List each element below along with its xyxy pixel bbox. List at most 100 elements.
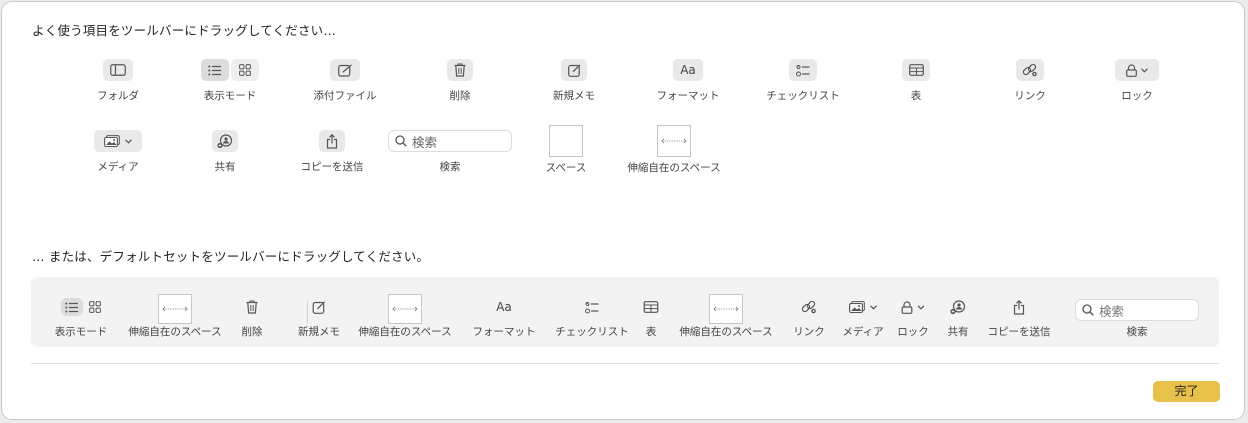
default-item-flexible-space: 伸縮自在のスペース (676, 277, 776, 347)
trash-icon (246, 298, 258, 316)
attachment-browser-icon (330, 59, 360, 81)
palette-item-new-note[interactable]: 新規メモ (514, 59, 634, 119)
palette-item-label: メディア (97, 161, 139, 173)
default-item-format: Aa フォーマット (467, 277, 541, 347)
default-item-delete: 削除 (236, 277, 268, 347)
view-mode-segmented (61, 298, 101, 316)
default-item-label: 表示モード (54, 326, 108, 338)
default-item-label: 伸縮自在のスペース (358, 326, 452, 338)
default-item-flexible-space: 伸縮自在のスペース (125, 277, 225, 347)
palette-item-delete[interactable]: 削除 (400, 59, 520, 119)
palette-item-folders[interactable]: フォルダ (58, 59, 178, 119)
trash-icon (447, 59, 473, 81)
chevron-down-icon (917, 304, 925, 310)
search-placeholder: 検索 (1099, 303, 1125, 319)
search-field: 検索 (1075, 299, 1199, 321)
list-view-icon (201, 59, 229, 81)
palette-item-label: フォルダ (97, 90, 139, 102)
default-item-lock: ロック (893, 277, 933, 347)
flexible-space-icon (388, 294, 422, 324)
done-button[interactable]: 完了 (1153, 381, 1220, 402)
lock-menu (901, 298, 925, 316)
default-item-label: 伸縮自在のスペース (679, 326, 773, 338)
chevron-down-icon (125, 138, 132, 144)
palette-item-attachments[interactable]: 添付ファイル (285, 59, 405, 119)
gallery-view-icon (231, 59, 259, 81)
list-view-icon (61, 298, 83, 316)
flexible-space-icon (709, 294, 743, 324)
lock-icon (901, 300, 913, 314)
palette-item-format[interactable]: Aa フォーマット (628, 59, 748, 119)
search-field: 検索 (388, 130, 512, 152)
search-icon (395, 135, 407, 147)
default-item-label: メディア (842, 326, 884, 338)
palette-item-search[interactable]: 検索 検索 (388, 130, 512, 190)
default-item-label: 共有 (947, 326, 969, 338)
default-item-label: 検索 (1126, 326, 1148, 338)
default-item-table: 表 (639, 277, 663, 347)
palette-item-send-copy[interactable]: コピーを送信 (272, 130, 392, 190)
default-item-label: 伸縮自在のスペース (128, 326, 222, 338)
link-icon (801, 298, 817, 316)
divider (31, 363, 1219, 364)
palette-item-label: 伸縮自在のスペース (627, 162, 721, 174)
collaborate-icon (950, 298, 966, 316)
lock-menu (1115, 59, 1159, 81)
media-menu (94, 130, 142, 152)
palette-item-checklist[interactable]: チェックリスト (743, 59, 863, 119)
media-menu (849, 298, 877, 316)
share-icon (319, 130, 345, 152)
search-icon (1082, 304, 1094, 316)
checklist-icon (585, 298, 599, 316)
flexible-space-icon (657, 125, 691, 157)
link-icon (1016, 59, 1044, 81)
palette-item-flexible-space[interactable]: 伸縮自在のスペース (614, 125, 734, 185)
palette-item-label: フォーマット (656, 90, 720, 102)
chevron-down-icon (1141, 67, 1148, 73)
search-placeholder: 検索 (412, 134, 438, 150)
default-item-checklist: チェックリスト (550, 277, 634, 347)
gallery-view-icon (89, 301, 101, 313)
default-item-label: チェックリスト (555, 326, 629, 338)
default-item-label: 削除 (241, 326, 263, 338)
palette-item-label: 添付ファイル (313, 90, 377, 102)
default-item-flexible-space: 伸縮自在のスペース (355, 277, 455, 347)
palette-item-label: チェックリスト (766, 90, 840, 102)
palette-item-label: リンク (1014, 90, 1046, 102)
customize-toolbar-sheet: よく使う項目をツールバーにドラッグしてください… フォルダ 表示モード 添付ファ… (1, 1, 1245, 420)
palette-item-table[interactable]: 表 (856, 59, 976, 119)
share-icon (1013, 298, 1025, 316)
palette-item-label: 表示モード (203, 90, 257, 102)
palette-item-label: スペース (545, 162, 587, 174)
palette-item-media[interactable]: メディア (58, 130, 178, 190)
default-item-label: リンク (793, 326, 825, 338)
palette-item-share[interactable]: 共有 (165, 130, 285, 190)
palette-item-space[interactable]: スペース (506, 125, 626, 185)
checklist-icon (789, 59, 817, 81)
collaborate-icon (212, 130, 238, 152)
default-item-label: ロック (897, 326, 929, 338)
photo-icon (104, 135, 120, 147)
palette-item-label: コピーを送信 (300, 161, 364, 173)
palette-item-view-mode[interactable]: 表示モード (170, 59, 290, 119)
format-text-icon: Aa (673, 59, 703, 81)
default-set-heading: … または、デフォルトセットをツールバーにドラッグしてください。 (32, 249, 430, 264)
palette-item-label: 新規メモ (553, 90, 595, 102)
palette-heading: よく使う項目をツールバーにドラッグしてください… (32, 23, 337, 38)
palette-item-label: ロック (1121, 90, 1153, 102)
view-mode-segmented (200, 59, 260, 81)
default-item-label: 新規メモ (298, 326, 340, 338)
lock-icon (1126, 63, 1137, 77)
sidebar-icon (103, 59, 133, 81)
compose-icon (312, 298, 326, 316)
palette-item-link[interactable]: リンク (970, 59, 1090, 119)
default-item-label: コピーを送信 (987, 326, 1051, 338)
default-toolbar-set[interactable]: 表示モード 伸縮自在のスペース 削除 新規メモ 伸縮自在のスペース Aa フォー… (31, 277, 1219, 347)
default-item-media: メディア (839, 277, 887, 347)
compose-icon (561, 59, 587, 81)
table-icon (902, 59, 930, 81)
chevron-down-icon (870, 304, 877, 310)
default-item-search: 検索 検索 (1075, 277, 1199, 347)
default-item-link: リンク (788, 277, 830, 347)
palette-item-lock[interactable]: ロック (1077, 59, 1197, 119)
